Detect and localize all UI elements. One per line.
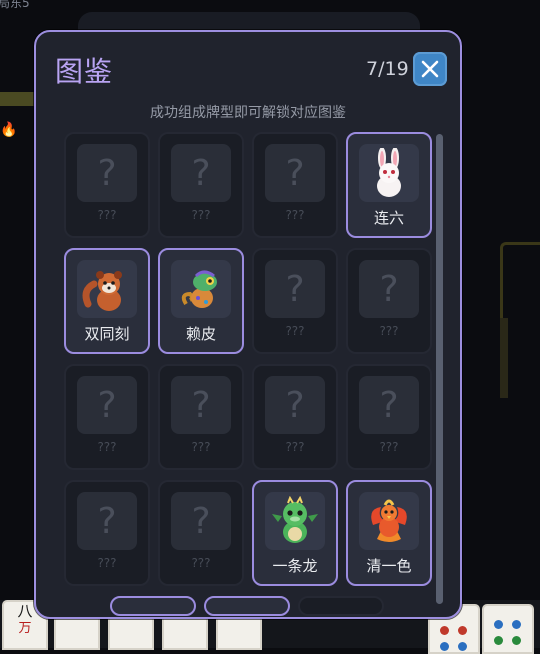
card-label: ??? (97, 208, 117, 222)
card-label: ??? (97, 556, 117, 570)
question-mark-icon: ? (265, 260, 325, 318)
question-mark-icon: ? (265, 376, 325, 434)
close-icon (421, 60, 439, 78)
tile-dot (440, 626, 449, 635)
collection-card-locked[interactable]: ???? (64, 480, 150, 586)
scrollbar-thumb[interactable] (436, 134, 443, 604)
question-mark-icon: ? (171, 492, 231, 550)
phoenix-icon (359, 492, 419, 550)
question-mark-icon: ? (77, 144, 137, 202)
unlock-counter: 7/19 (366, 58, 409, 80)
collection-card-locked[interactable]: ???? (252, 248, 338, 354)
card-label: 赖皮 (185, 325, 216, 343)
fire-icon: 🔥 (0, 122, 18, 138)
collection-card-locked[interactable]: ???? (252, 132, 338, 238)
collection-card-unlocked[interactable]: 赖皮 (158, 248, 244, 354)
tile-dot (494, 620, 503, 629)
card-label: 连六 (373, 209, 404, 227)
collection-card-partial[interactable] (298, 596, 384, 616)
tile-dot (512, 620, 521, 629)
card-label: ??? (191, 556, 211, 570)
card-label: ??? (191, 440, 211, 454)
collection-dialog: 图鉴 7/19 成功组成牌型即可解锁对应图鉴 ???????????? 连六 双… (34, 30, 462, 619)
card-label: 双同刻 (84, 325, 130, 343)
collection-card-locked[interactable]: ???? (158, 480, 244, 586)
dots-tile[interactable] (482, 604, 534, 654)
tile-dot (458, 642, 467, 651)
question-mark-icon: ? (77, 492, 137, 550)
tile-suit: 万 (18, 621, 32, 636)
collection-card-locked[interactable]: ???? (346, 364, 432, 470)
background-track-segment (500, 318, 508, 398)
round-label: 局东5 (0, 0, 30, 10)
collection-grid[interactable]: ???????????? 连六 双同刻 赖皮??????????????????… (64, 132, 436, 617)
close-button[interactable] (413, 52, 447, 86)
card-label: ??? (285, 440, 305, 454)
tile-dot (494, 636, 503, 645)
collection-card-locked[interactable]: ???? (252, 364, 338, 470)
collection-card-locked[interactable]: ???? (64, 364, 150, 470)
collection-card-locked[interactable]: ???? (158, 364, 244, 470)
collection-card-unlocked[interactable]: 清一色 (346, 480, 432, 586)
dialog-subtitle: 成功组成牌型即可解锁对应图鉴 (150, 105, 346, 121)
background-track (500, 242, 540, 321)
collection-card-locked[interactable]: ???? (64, 132, 150, 238)
question-mark-icon: ? (171, 376, 231, 434)
card-label: ??? (379, 440, 399, 454)
question-mark-icon: ? (359, 376, 419, 434)
tile-dot (458, 626, 467, 635)
chameleon-icon (171, 260, 231, 318)
tile-dot (512, 636, 521, 645)
card-label: ??? (379, 324, 399, 338)
question-mark-icon: ? (77, 376, 137, 434)
card-label: ??? (285, 208, 305, 222)
dialog-title: 图鉴 (55, 55, 114, 88)
collection-card-locked[interactable]: ???? (346, 248, 432, 354)
card-label: ??? (285, 324, 305, 338)
collection-card-partial[interactable] (110, 596, 196, 616)
collection-card-locked[interactable]: ???? (158, 132, 244, 238)
collection-card-unlocked[interactable]: 一条龙 (252, 480, 338, 586)
card-label: 清一色 (366, 557, 412, 575)
green-dragon-icon (265, 492, 325, 550)
card-label: ??? (97, 440, 117, 454)
question-mark-icon: ? (265, 144, 325, 202)
tile-dot (440, 642, 449, 651)
rabbit-icon (359, 144, 419, 202)
question-mark-icon: ? (359, 260, 419, 318)
collection-card-unlocked[interactable]: 连六 (346, 132, 432, 238)
red-panda-icon (77, 260, 137, 318)
card-label: 一条龙 (272, 557, 318, 575)
question-mark-icon: ? (171, 144, 231, 202)
card-label: ??? (191, 208, 211, 222)
collection-card-partial[interactable] (204, 596, 290, 616)
collection-card-unlocked[interactable]: 双同刻 (64, 248, 150, 354)
